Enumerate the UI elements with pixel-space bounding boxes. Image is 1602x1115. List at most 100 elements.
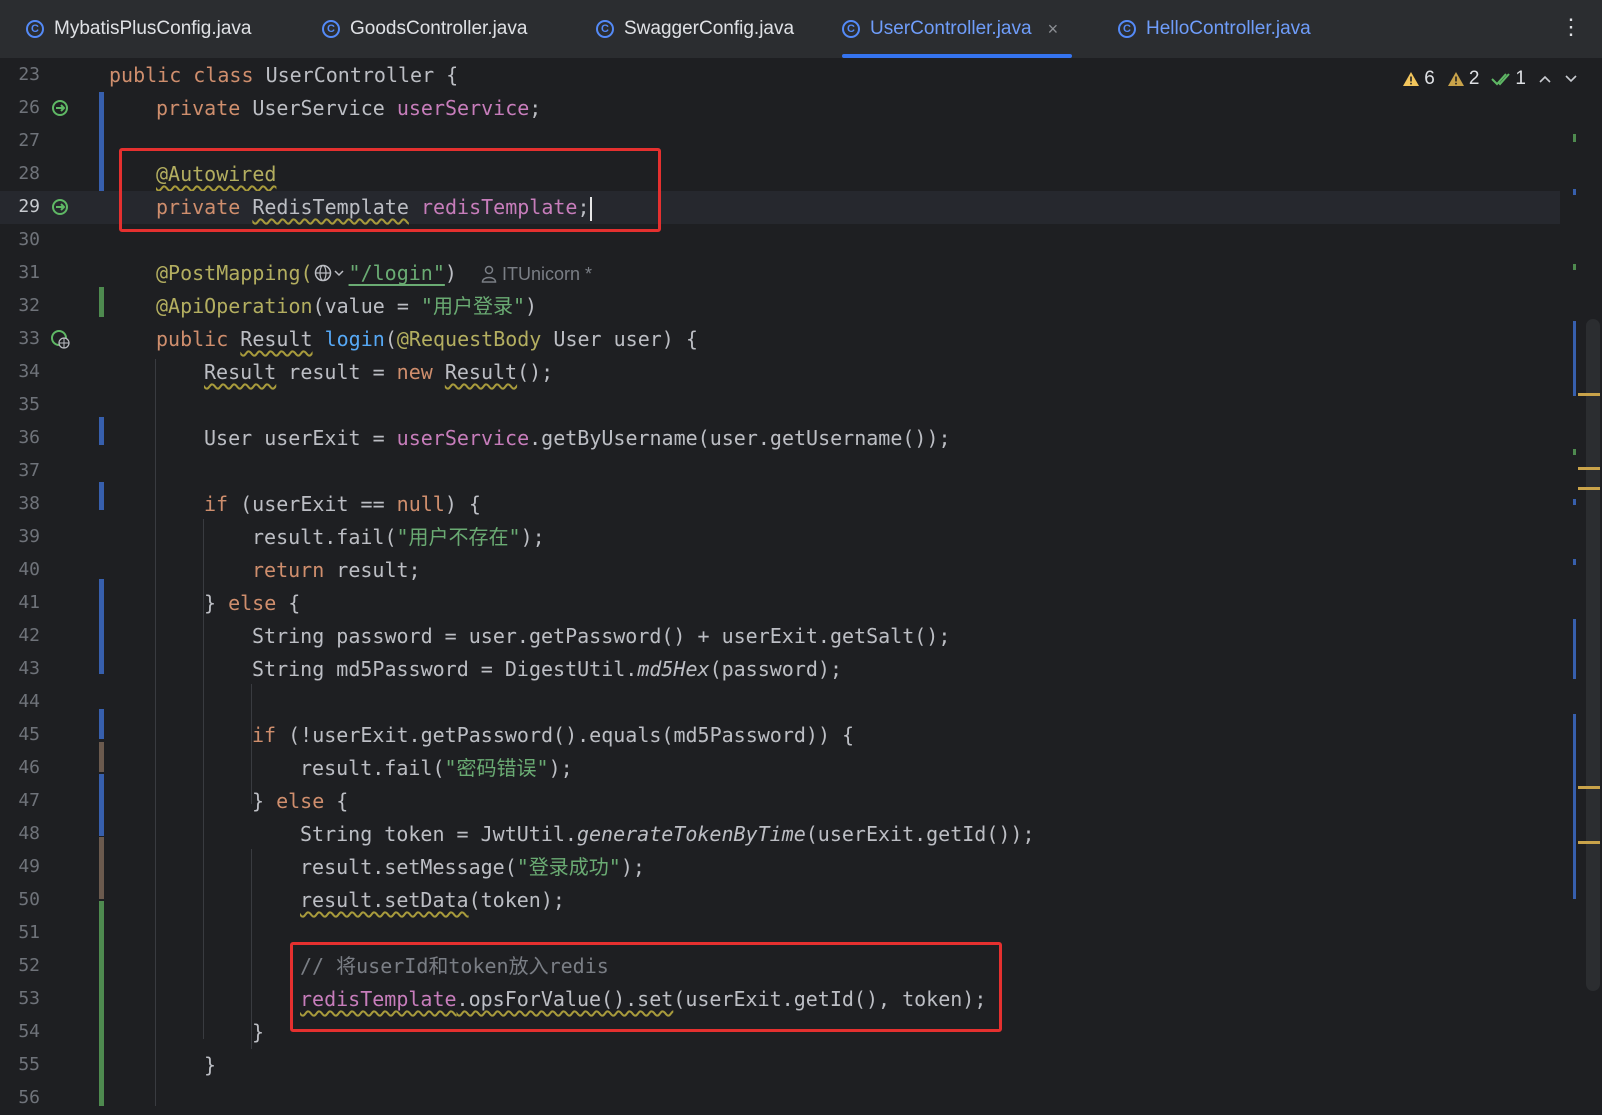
code-line[interactable]: 27: [0, 125, 1560, 158]
warning-stripe[interactable]: [1578, 393, 1600, 396]
code-line[interactable]: 32 @ApiOperation(value = "用户登录"): [0, 290, 1560, 323]
change-marker: [1573, 619, 1576, 679]
code-line[interactable]: 47 } else {: [0, 785, 1560, 818]
code-line[interactable]: 54 }: [0, 1016, 1560, 1049]
class-icon: C: [322, 20, 340, 38]
warning-count[interactable]: 6: [1402, 68, 1435, 90]
line-number: 41: [18, 592, 40, 613]
code-text: @Autowired: [156, 162, 277, 186]
code-line[interactable]: 41 } else {: [0, 587, 1560, 620]
warning-stripe[interactable]: [1578, 487, 1600, 490]
warning-stripe[interactable]: [1578, 467, 1600, 470]
more-options-icon[interactable]: ⋮: [1560, 14, 1582, 40]
code-line[interactable]: 38 if (userExit == null) {: [0, 488, 1560, 521]
code-editor[interactable]: 23 public class UserController { 26 priv…: [0, 59, 1602, 1108]
line-number: 28: [18, 163, 40, 184]
warning-icon: [1403, 72, 1420, 86]
tab-mybatisplusconfig[interactable]: C MybatisPlusConfig.java: [26, 0, 251, 58]
code-text: if (userExit == null) {: [204, 492, 481, 516]
code-text: }: [252, 1020, 265, 1044]
line-number: 38: [18, 493, 40, 514]
author-hint[interactable]: ITUnicorn *: [481, 264, 592, 284]
line-number: 56: [18, 1087, 40, 1108]
line-number: 43: [18, 658, 40, 679]
bean-navigation-icon[interactable]: [50, 98, 70, 118]
code-line[interactable]: 34 Result result = new Result();: [0, 356, 1560, 389]
line-number: 26: [18, 97, 40, 118]
code-line[interactable]: 52 // 将userId和token放入redis: [0, 950, 1560, 983]
code-text: Result result = new Result();: [204, 360, 554, 384]
code-line[interactable]: 55 }: [0, 1049, 1560, 1082]
class-icon: C: [596, 20, 614, 38]
code-text: return result;: [252, 558, 421, 582]
vertical-scrollbar[interactable]: [1586, 319, 1600, 991]
code-line[interactable]: 49 result.setMessage("登录成功");: [0, 851, 1560, 884]
tab-hellocontroller[interactable]: C HelloController.java: [1118, 0, 1311, 58]
chevron-down-icon[interactable]: [1564, 74, 1578, 84]
line-number: 29: [18, 196, 40, 217]
code-text: redisTemplate.opsForValue().set(userExit…: [300, 987, 987, 1011]
code-line[interactable]: 37: [0, 455, 1560, 488]
line-number: 47: [18, 790, 40, 811]
code-line[interactable]: 40 return result;: [0, 554, 1560, 587]
line-number: 55: [18, 1054, 40, 1075]
change-marker: [1573, 449, 1576, 455]
class-icon: C: [842, 20, 860, 38]
change-marker: [1573, 134, 1576, 142]
code-line[interactable]: 43 String md5Password = DigestUtil.md5He…: [0, 653, 1560, 686]
code-text: result.setData(token);: [300, 888, 565, 912]
code-line[interactable]: 46 result.fail("密码错误");: [0, 752, 1560, 785]
warning-stripe[interactable]: [1578, 841, 1600, 844]
code-line[interactable]: 42 String password = user.getPassword() …: [0, 620, 1560, 653]
line-number: 48: [18, 823, 40, 844]
code-text: public Result login(@RequestBody User us…: [156, 327, 698, 351]
code-line[interactable]: 31 @PostMapping("/login") ITUnicorn *: [0, 257, 1560, 290]
change-marker: [1573, 321, 1576, 396]
warning-stripe[interactable]: [1578, 786, 1600, 789]
chevron-up-icon[interactable]: [1538, 74, 1552, 84]
code-line[interactable]: 45 if (!userExit.getPassword().equals(md…: [0, 719, 1560, 752]
code-line[interactable]: 33 public Result login(@RequestBody User…: [0, 323, 1560, 356]
line-number: 53: [18, 988, 40, 1009]
tab-usercontroller[interactable]: C UserController.java ×: [842, 0, 1073, 58]
code-line[interactable]: 56: [0, 1082, 1560, 1115]
code-line[interactable]: 28 @Autowired: [0, 158, 1560, 191]
user-icon: [481, 265, 497, 283]
bean-navigation-icon[interactable]: [50, 197, 70, 217]
close-icon[interactable]: ×: [1048, 19, 1059, 40]
code-line[interactable]: 26 private UserService userService;: [0, 92, 1560, 125]
line-number: 52: [18, 955, 40, 976]
code-line[interactable]: 35: [0, 389, 1560, 422]
ok-count[interactable]: 1: [1491, 68, 1526, 90]
tab-goodscontroller[interactable]: C GoodsController.java: [322, 0, 527, 58]
line-number: 27: [18, 130, 40, 151]
line-number: 51: [18, 922, 40, 943]
class-icon: C: [26, 20, 44, 38]
code-line[interactable]: 30: [0, 224, 1560, 257]
line-number: 34: [18, 361, 40, 382]
code-line[interactable]: 51: [0, 917, 1560, 950]
line-number: 44: [18, 691, 40, 712]
code-text: public class UserController {: [109, 63, 459, 87]
code-line[interactable]: 23 public class UserController {: [0, 59, 1560, 92]
code-text: }: [204, 1053, 217, 1077]
code-text: User userExit = userService.getByUsernam…: [204, 426, 951, 450]
code-line[interactable]: 39 result.fail("用户不存在");: [0, 521, 1560, 554]
line-number: 36: [18, 427, 40, 448]
change-marker: [1573, 559, 1576, 565]
weak-warning-count[interactable]: 2: [1447, 68, 1479, 90]
tab-swaggerconfig[interactable]: C SwaggerConfig.java: [596, 0, 794, 58]
code-line[interactable]: 36 User userExit = userService.getByUser…: [0, 422, 1560, 455]
globe-icon[interactable]: [313, 263, 349, 283]
code-line[interactable]: 48 String token = JwtUtil.generateTokenB…: [0, 818, 1560, 851]
code-line-current[interactable]: 29 private RedisTemplate redisTemplate;: [0, 191, 1560, 224]
code-line[interactable]: 53 redisTemplate.opsForValue().set(userE…: [0, 983, 1560, 1016]
code-line[interactable]: 50 result.setData(token);: [0, 884, 1560, 917]
code-line[interactable]: 44: [0, 686, 1560, 719]
line-number: 23: [18, 64, 40, 85]
inspection-widget[interactable]: 6 2 1: [1396, 65, 1584, 93]
tab-label: MybatisPlusConfig.java: [54, 18, 252, 39]
endpoint-globe-icon[interactable]: [50, 329, 70, 349]
change-marker: [1573, 189, 1576, 195]
tab-label: UserController.java: [870, 18, 1032, 39]
